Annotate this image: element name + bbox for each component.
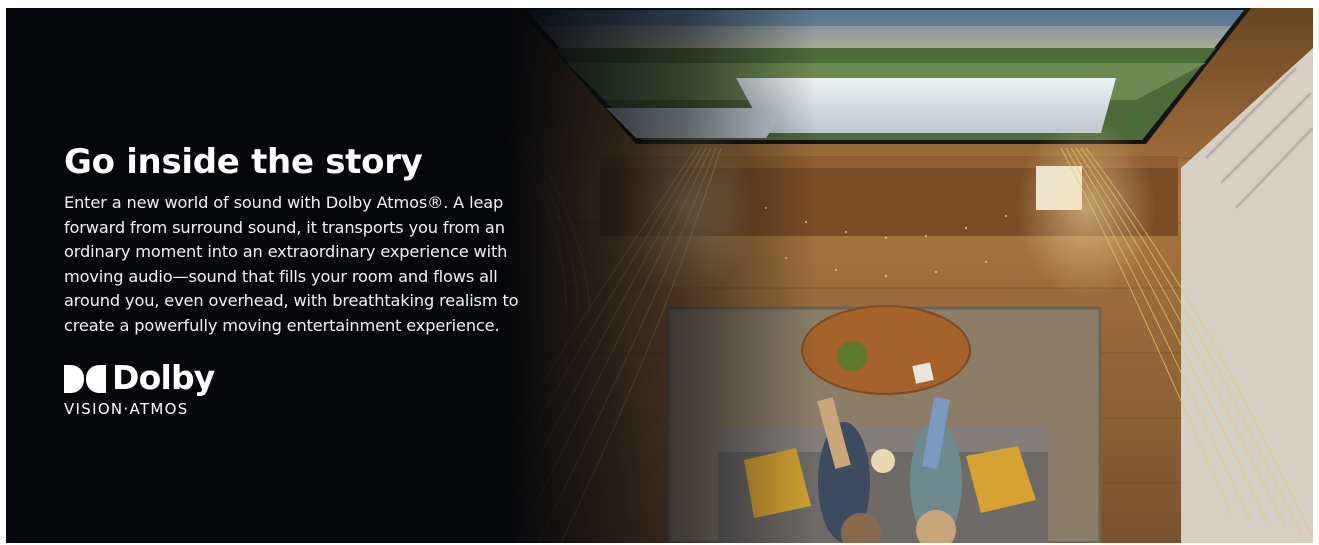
body-text: Enter a new world of sound with Dolby At… [64,191,564,338]
dolby-vision-atmos-logo: Dolby VISION·ATMOS [64,359,264,423]
dolby-atmos-banner: Go inside the story Enter a new world of… [6,8,1313,543]
banner-copy: Go inside the story Enter a new world of… [64,142,564,338]
dolby-double-d-icon [64,365,106,393]
headline: Go inside the story [64,142,423,182]
body-line: Enter a new world of sound with Dolby At… [64,193,504,212]
body-line: moving audio—sound that fills your room … [64,266,498,286]
body-line: forward from surround sound, it transpor… [64,217,505,237]
dolby-wordmark: Dolby [112,358,215,397]
body-line: around you, even overhead, with breathta… [64,291,519,310]
body-line: create a powerfully moving entertainment… [64,315,500,335]
body-line: ordinary moment into an extraordinary ex… [64,242,508,261]
vision-atmos-label: VISION·ATMOS [64,400,189,418]
